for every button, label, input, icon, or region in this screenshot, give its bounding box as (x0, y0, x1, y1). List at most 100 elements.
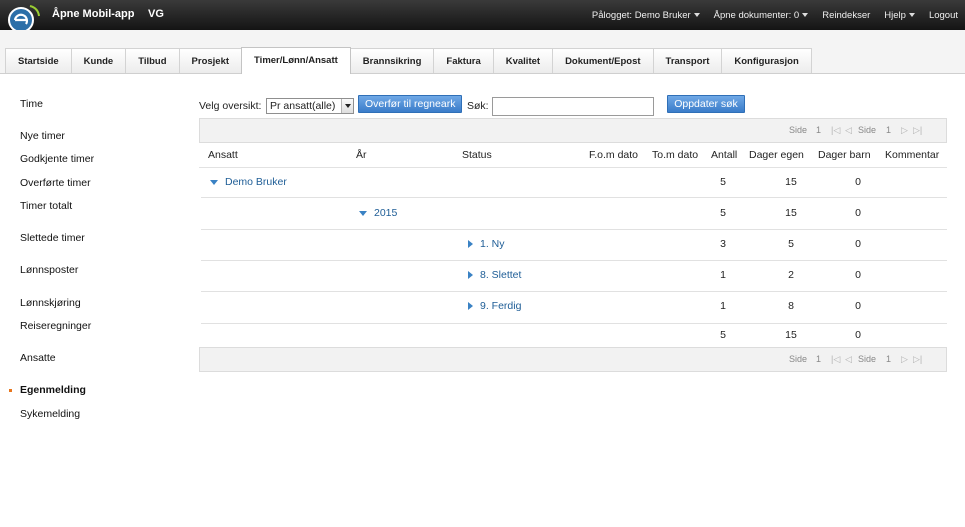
column-header-dager-egen[interactable]: Dager egen (749, 144, 804, 167)
e-logo-icon[interactable] (4, 2, 42, 32)
dager-barn-cell: 0 (855, 269, 861, 281)
sidebar-item-lonnskjoring[interactable]: Lønnskjøring (20, 297, 81, 309)
status-label: 9. Ferdig (480, 300, 522, 312)
dager-egen-cell: 8 (788, 300, 794, 312)
help-menu[interactable]: Hjelp (877, 10, 922, 21)
pager-current-page: 1 (816, 125, 822, 135)
column-header-dager-barn[interactable]: Dager barn (818, 144, 871, 167)
table-row: 9. Ferdig 1 8 0 (199, 291, 947, 322)
antall-cell: 5 (720, 207, 726, 219)
chevron-down-icon (802, 12, 809, 17)
tab-kunde[interactable]: Kunde (70, 48, 127, 73)
first-page-icon[interactable]: |◁ (831, 126, 840, 135)
main-tabs: Startside Kunde Tilbud Prosjekt Timer/Lø… (5, 47, 812, 74)
view-select-value: Pr ansatt(alle) (270, 100, 336, 112)
next-page-icon[interactable]: ▷ (901, 355, 908, 364)
pager-side-label: Side (789, 125, 808, 135)
tab-faktura[interactable]: Faktura (433, 48, 494, 73)
group-toggle-status[interactable]: 1. Ny (468, 229, 505, 260)
dager-egen-cell: 15 (785, 207, 797, 219)
column-header-status[interactable]: Status (462, 144, 492, 167)
tab-brannsikring[interactable]: Brannsikring (349, 48, 435, 73)
active-item-marker (9, 389, 12, 392)
pager-total-pages: 1 (886, 125, 892, 135)
pager-top: Side 1 |◁ ◁ Side 1 ▷ ▷| (199, 118, 947, 143)
group-toggle-status[interactable]: 9. Ferdig (468, 291, 521, 322)
tab-startside[interactable]: Startside (5, 48, 72, 73)
pager-bottom: Side 1 |◁ ◁ Side 1 ▷ ▷| (199, 347, 947, 372)
dager-barn-cell: 0 (855, 207, 861, 219)
group-toggle-employee[interactable]: Demo Bruker (210, 167, 287, 198)
tab-konfigurasjon[interactable]: Konfigurasjon (721, 48, 812, 73)
expand-right-icon (468, 240, 473, 249)
top-bar: Åpne Mobil-app VG Pålogget: Demo Bruker … (0, 0, 965, 32)
tab-dokument-epost[interactable]: Dokument/Epost (552, 48, 654, 73)
group-toggle-status[interactable]: 8. Slettet (468, 260, 521, 291)
chevron-down-icon[interactable] (341, 99, 353, 113)
last-page-icon[interactable]: ▷| (913, 355, 922, 364)
view-select-label: Velg oversikt: (199, 100, 262, 112)
tab-timer-lonn-ansatt[interactable]: Timer/Lønn/Ansatt (241, 47, 351, 74)
last-page-icon[interactable]: ▷| (913, 126, 922, 135)
previous-page-icon[interactable]: ◁ (845, 355, 852, 364)
logged-in-menu[interactable]: Pålogget: Demo Bruker (585, 10, 707, 21)
open-documents-label: Åpne dokumenter: 0 (713, 9, 800, 21)
sidebar-item-slettede-timer[interactable]: Slettede timer (20, 232, 85, 244)
view-select[interactable]: Pr ansatt(alle) (266, 98, 354, 114)
expand-down-icon (210, 179, 218, 185)
tab-tilbud[interactable]: Tilbud (125, 48, 180, 73)
tab-transport[interactable]: Transport (652, 48, 723, 73)
sidebar-item-godkjente-timer[interactable]: Godkjente timer (20, 153, 94, 165)
pager-side-label: Side (858, 125, 877, 135)
column-header-tom-dato[interactable]: To.m dato (652, 144, 698, 167)
sidebar-item-egenmelding[interactable]: Egenmelding (20, 384, 86, 396)
sidebar-item-sykemelding[interactable]: Sykemelding (20, 408, 80, 420)
grid-header: Ansatt År Status F.o.m dato To.m dato An… (199, 144, 947, 168)
tab-kvalitet[interactable]: Kvalitet (492, 48, 554, 73)
table-row: 2015 5 15 0 (199, 198, 947, 229)
expand-right-icon (468, 302, 473, 311)
organization-name: VG (148, 8, 164, 20)
tab-bar: Startside Kunde Tilbud Prosjekt Timer/Lø… (0, 30, 965, 74)
next-page-icon[interactable]: ▷ (901, 126, 908, 135)
table-row: Demo Bruker 5 15 0 (199, 167, 947, 198)
dager-barn-cell: 0 (855, 176, 861, 188)
expand-down-icon (359, 210, 367, 216)
tab-prosjekt[interactable]: Prosjekt (178, 48, 243, 73)
sidebar-item-timer-totalt[interactable]: Timer totalt (20, 200, 72, 212)
column-header-ar[interactable]: År (356, 144, 367, 167)
chevron-down-icon (693, 12, 700, 17)
search-label: Søk: (467, 100, 489, 112)
search-input[interactable] (492, 97, 654, 116)
column-header-ansatt[interactable]: Ansatt (208, 144, 238, 167)
table-row: 1. Ny 3 5 0 (199, 229, 947, 260)
antall-cell: 1 (720, 300, 726, 312)
status-label: 1. Ny (480, 238, 505, 250)
sidebar-item-reiseregninger[interactable]: Reiseregninger (20, 320, 91, 332)
transfer-to-spreadsheet-button[interactable]: Overfør til regneark (358, 95, 463, 113)
expand-right-icon (468, 271, 473, 280)
antall-cell: 5 (720, 176, 726, 188)
dager-egen-cell: 2 (788, 269, 794, 281)
group-toggle-year[interactable]: 2015 (359, 198, 397, 229)
app-title: Åpne Mobil-app (52, 8, 135, 20)
first-page-icon[interactable]: |◁ (831, 355, 840, 364)
dager-egen-cell: 15 (785, 176, 797, 188)
reindex-link[interactable]: Reindekser (815, 10, 877, 21)
sidebar-item-ansatte[interactable]: Ansatte (20, 352, 56, 364)
open-documents-menu[interactable]: Åpne dokumenter: 0 (707, 10, 816, 21)
sidebar-item-nye-timer[interactable]: Nye timer (20, 130, 65, 142)
logout-link[interactable]: Logout (922, 10, 965, 21)
pager-side-label: Side (858, 354, 877, 364)
sidebar-item-time[interactable]: Time (20, 98, 43, 110)
pager-total-pages: 1 (886, 354, 892, 364)
year-label: 2015 (374, 207, 398, 219)
toolbar: Velg oversikt: Pr ansatt(alle) Overfør t… (199, 95, 949, 116)
column-header-fom-dato[interactable]: F.o.m dato (589, 144, 638, 167)
column-header-kommentar[interactable]: Kommentar (885, 144, 939, 167)
previous-page-icon[interactable]: ◁ (845, 126, 852, 135)
sidebar-item-lonnsposter[interactable]: Lønnsposter (20, 264, 78, 276)
sidebar-item-overforte-timer[interactable]: Overførte timer (20, 177, 91, 189)
column-header-antall[interactable]: Antall (711, 144, 737, 167)
update-search-button[interactable]: Oppdater søk (667, 95, 745, 113)
